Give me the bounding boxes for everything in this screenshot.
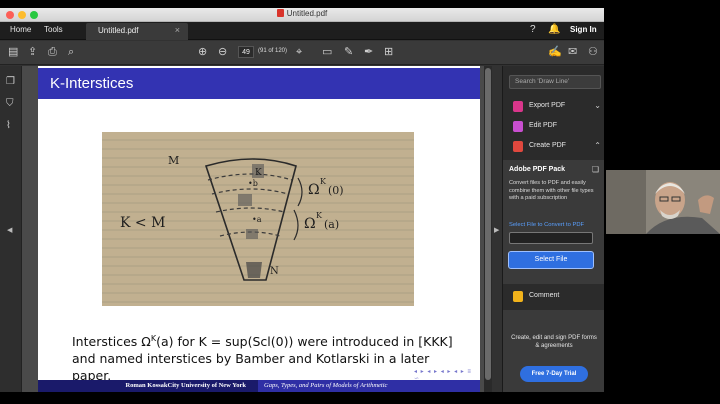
hw-omega-0-sup: K bbox=[320, 177, 327, 186]
caption-line2: and named interstices by Bamber and Kotl… bbox=[72, 351, 430, 384]
page-number-input[interactable]: 49 bbox=[238, 46, 254, 58]
pdf-pack-description: Convert files to PDF and easily combine … bbox=[509, 180, 594, 201]
chevron-down-icon[interactable]: ⌄ bbox=[594, 101, 601, 110]
hw-m-top: M bbox=[168, 154, 179, 167]
hw-dot-b: •b bbox=[248, 179, 258, 188]
add-user-icon[interactable]: ⚇ bbox=[588, 46, 598, 58]
hw-omega-a: Ω bbox=[304, 216, 316, 232]
comment-item[interactable]: Comment bbox=[513, 290, 601, 304]
hw-omega-0-arg: (0) bbox=[328, 184, 344, 197]
create-pdf-item[interactable]: Create PDF ⌃ bbox=[513, 140, 601, 154]
hw-omega-a-sup: K bbox=[316, 211, 323, 220]
fill-sign-icon[interactable]: ✍ bbox=[548, 46, 562, 58]
vertical-scrollbar[interactable] bbox=[484, 66, 492, 392]
close-tab-icon[interactable]: × bbox=[175, 25, 180, 35]
comment-label: Comment bbox=[529, 292, 560, 299]
webcam-image bbox=[606, 170, 720, 234]
hw-k-less-m: K < M bbox=[120, 215, 165, 231]
file-path-field[interactable] bbox=[509, 232, 593, 244]
footer-author: Roman KossakCity University of New York bbox=[38, 380, 258, 392]
menu-bar: Home Tools Untitled.pdf × ? 🔔 Sign In bbox=[0, 22, 604, 40]
export-pdf-icon bbox=[513, 101, 523, 112]
diagram-sketch: M K < M Ω K (0) Ω K (a) K •b •a N bbox=[102, 132, 414, 306]
document-icon: ❏ bbox=[591, 165, 599, 174]
edit-pdf-item[interactable]: Edit PDF bbox=[513, 120, 601, 134]
free-trial-button[interactable]: Free 7-Day Trial bbox=[520, 366, 588, 382]
select-icon[interactable]: ⌖ bbox=[296, 46, 302, 58]
left-rail: ❐ ⛉ ⌇ ◀ bbox=[0, 66, 22, 392]
window-title: Untitled.pdf bbox=[0, 9, 604, 18]
hw-k-label: K bbox=[255, 168, 262, 178]
sign-icon[interactable]: ✒ bbox=[364, 46, 373, 58]
bookmark-icon[interactable]: ⛉ bbox=[6, 98, 14, 109]
print-icon[interactable]: ⎙ bbox=[48, 46, 57, 58]
document-viewport[interactable]: K-Interstices M K < M Ω K (0) Ω K (a) K … bbox=[22, 66, 484, 392]
hw-omega-a-arg: (a) bbox=[324, 218, 339, 231]
acrobat-window: Untitled.pdf Home Tools Untitled.pdf × ?… bbox=[0, 8, 604, 392]
export-pdf-item[interactable]: Export PDF ⌄ bbox=[513, 100, 601, 114]
create-pdf-icon bbox=[513, 141, 523, 152]
attachment-icon[interactable]: ⌇ bbox=[6, 120, 11, 131]
highlight-icon[interactable]: ✎ bbox=[344, 46, 353, 58]
mail-icon[interactable]: ✉ bbox=[568, 46, 577, 58]
help-icon[interactable]: ? bbox=[530, 24, 536, 35]
sign-in-button[interactable]: Sign In bbox=[570, 25, 597, 34]
slide-title: K-Interstices bbox=[50, 75, 134, 92]
zoom-icon[interactable]: ⌕ bbox=[68, 46, 74, 58]
share-icon[interactable]: ⊞ bbox=[384, 46, 393, 58]
caption-line1-start: Interstices Ω bbox=[72, 334, 151, 350]
tools-panel: Search 'Draw Line' Export PDF ⌄ Edit PDF… bbox=[502, 66, 604, 392]
screen: { "window": { "title": "Untitled.pdf" },… bbox=[0, 0, 720, 404]
comment-tool-icon bbox=[513, 291, 523, 302]
footer-talk-title: Gaps, Types, and Pairs of Models of Arit… bbox=[258, 380, 480, 392]
slide-caption: Interstices ΩK(a) for K = sup(Scl(0)) we… bbox=[72, 330, 472, 384]
toolbar: ▤ ⇪ ⎙ ⌕ ⊕ ⊖ 49 (91 of 120) ⌖ ▭ ✎ ✒ ⊞ ✍ ✉… bbox=[0, 41, 604, 65]
pdf-pack-title: Adobe PDF Pack bbox=[509, 166, 566, 173]
slide-header: K-Interstices bbox=[38, 68, 480, 99]
bell-icon[interactable]: 🔔 bbox=[548, 24, 560, 35]
promo-text: Create, edit and sign PDF forms & agreem… bbox=[511, 335, 597, 349]
pdf-pack-section: Adobe PDF Pack ❏ Convert files to PDF an… bbox=[503, 160, 604, 284]
tools-search-input[interactable]: Search 'Draw Line' bbox=[509, 75, 601, 89]
home-tab[interactable]: Home bbox=[10, 25, 31, 34]
upload-icon[interactable]: ⇪ bbox=[28, 46, 37, 58]
edit-pdf-icon bbox=[513, 121, 523, 132]
collapse-left-icon[interactable]: ◀ bbox=[7, 226, 12, 234]
hw-omega-0: Ω bbox=[308, 182, 320, 198]
edit-pdf-label: Edit PDF bbox=[529, 122, 558, 129]
trial-promo: Create, edit and sign PDF forms & agreem… bbox=[503, 310, 604, 392]
page-count: (91 of 120) bbox=[258, 48, 288, 54]
next-page-icon[interactable]: ⊖ bbox=[218, 46, 227, 58]
tools-tab[interactable]: Tools bbox=[44, 25, 63, 34]
title-bar: Untitled.pdf bbox=[0, 8, 604, 22]
slide-page: K-Interstices M K < M Ω K (0) Ω K (a) K … bbox=[38, 66, 480, 392]
export-pdf-label: Export PDF bbox=[529, 102, 566, 109]
select-file-link[interactable]: Select File to Convert to PDF bbox=[509, 222, 584, 228]
document-tab-label: Untitled.pdf bbox=[98, 26, 139, 35]
prev-page-icon[interactable]: ⊕ bbox=[198, 46, 207, 58]
handwritten-diagram-photo: M K < M Ω K (0) Ω K (a) K •b •a N bbox=[102, 132, 414, 306]
save-icon[interactable]: ▤ bbox=[8, 46, 18, 58]
caption-line1-rest: (a) for K = sup(Scl(0)) were introduced … bbox=[156, 334, 453, 350]
create-pdf-label: Create PDF bbox=[529, 142, 566, 149]
comment-icon[interactable]: ▭ bbox=[322, 46, 332, 58]
pages-icon[interactable]: ❐ bbox=[6, 76, 15, 87]
pdf-file-icon bbox=[276, 9, 284, 17]
scrollbar-thumb[interactable] bbox=[485, 68, 491, 380]
slide-footer: Roman KossakCity University of New York … bbox=[38, 380, 480, 392]
select-file-button[interactable]: Select File bbox=[508, 251, 594, 269]
chevron-up-icon[interactable]: ⌃ bbox=[594, 141, 601, 150]
hw-dot-a: •a bbox=[252, 215, 262, 224]
webcam-feed bbox=[606, 170, 720, 234]
hw-n-label: N bbox=[270, 266, 279, 277]
collapse-right-icon[interactable]: ▶ bbox=[494, 226, 499, 234]
document-tab[interactable]: Untitled.pdf × bbox=[86, 23, 188, 40]
